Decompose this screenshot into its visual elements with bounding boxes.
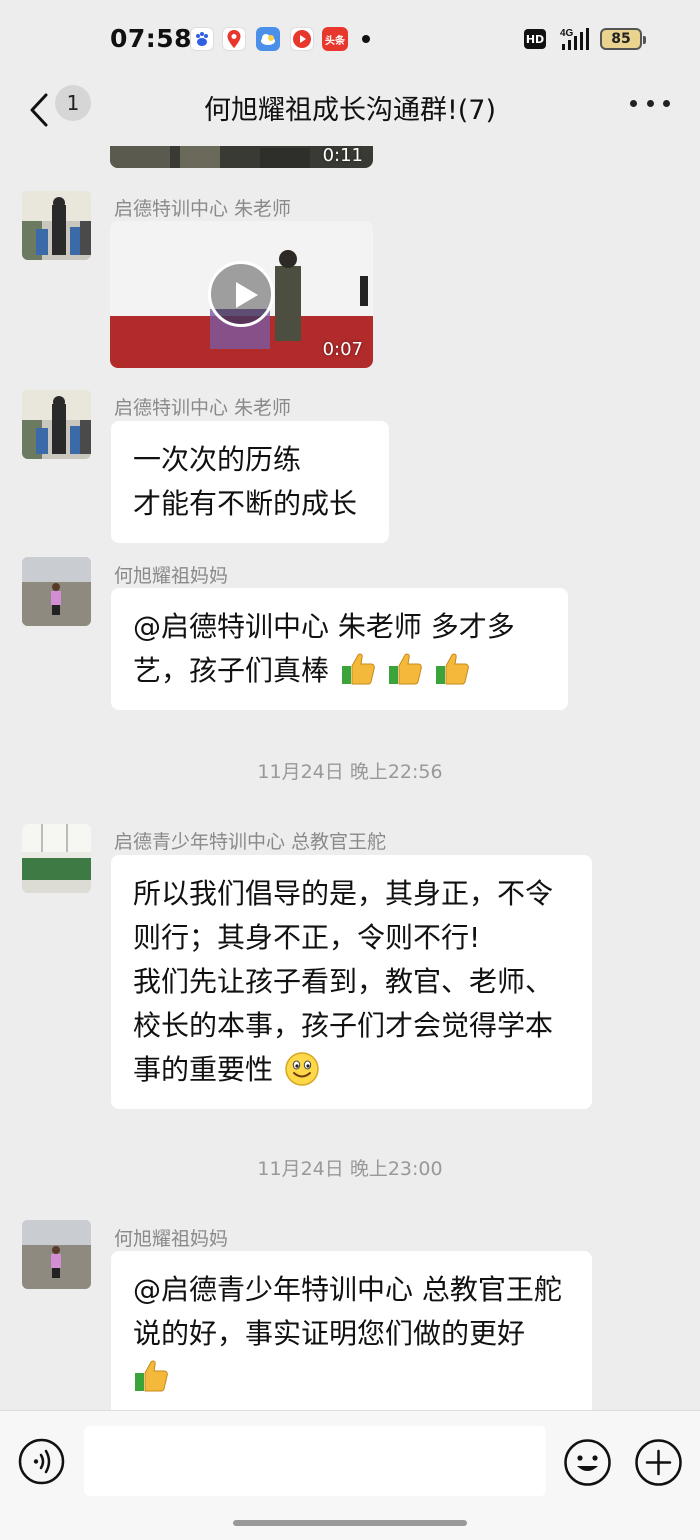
video-app-icon (290, 27, 314, 51)
map-pin-app-icon (222, 27, 246, 51)
chat-header: 1 何旭耀祖成长沟通群!(7) (0, 78, 700, 146)
message-text: 艺，孩子们真棒 (133, 654, 330, 687)
message-text: 我们先让孩子看到，教官、老师、 (133, 965, 554, 998)
thumbs-up-icon (435, 653, 469, 685)
voice-icon[interactable] (18, 1438, 65, 1485)
message-bubble[interactable]: 一次次的历练 才能有不断的成长 (111, 421, 389, 543)
thumbs-up-icon (388, 653, 422, 685)
battery-indicator: 85 (600, 28, 646, 50)
toutiao-app-icon: 头条 (322, 27, 348, 51)
message-bubble[interactable]: @启德青少年特训中心 总教官王舵 说的好，事实证明您们做的更好 (111, 1251, 592, 1417)
smile-icon (285, 1052, 319, 1086)
hd-badge: HD (524, 29, 546, 49)
message-text: 校长的本事，孩子们才会觉得学本 (133, 1009, 554, 1042)
toutiao-label: 头条 (325, 35, 345, 47)
thumbs-up-icon (341, 653, 375, 685)
emoji-icon[interactable] (563, 1438, 612, 1487)
video-duration: 0:11 (322, 146, 363, 166)
status-bar: 07:58 头条 HD 4G 85 (0, 0, 700, 78)
message-text: @启德特训中心 朱老师 多才多 (133, 610, 515, 643)
signal-icon: 4G (560, 28, 589, 50)
message-input[interactable] (84, 1426, 546, 1496)
home-indicator[interactable] (233, 1520, 467, 1526)
message-text: @启德青少年特训中心 总教官王舵 (133, 1273, 562, 1306)
weather-app-icon (256, 27, 280, 51)
chat-title: 何旭耀祖成长沟通群!(7) (203, 95, 497, 126)
timestamp: 11月24日 晚上23:00 (257, 1158, 443, 1180)
more-options-icon[interactable] (630, 100, 670, 110)
plus-icon[interactable] (634, 1438, 683, 1487)
baidu-icon (190, 27, 214, 51)
sender-name: 何旭耀祖妈妈 (114, 565, 229, 587)
sender-name: 启德特训中心 朱老师 (114, 198, 292, 220)
avatar[interactable] (22, 557, 91, 626)
message-bubble[interactable]: 所以我们倡导的是，其身正，不令 则行；其身不正，令则不行! 我们先让孩子看到，教… (111, 855, 592, 1109)
avatar[interactable] (22, 824, 91, 893)
timestamp: 11月24日 晚上22:56 (257, 761, 443, 783)
notification-dot-icon (362, 35, 370, 43)
sender-name: 启德青少年特训中心 总教官王舵 (114, 831, 387, 853)
avatar[interactable] (22, 390, 91, 459)
thumbs-up-icon (135, 1360, 168, 1392)
sender-name: 何旭耀祖妈妈 (114, 1228, 229, 1250)
message-text: 一次次的历练 (133, 443, 302, 476)
message-text: 事的重要性 (133, 1053, 274, 1086)
status-time: 07:58 (110, 24, 193, 53)
message-text: 则行；其身不正，令则不行! (133, 921, 481, 954)
message-text: 所以我们倡导的是，其身正，不令 (133, 877, 554, 910)
sender-name: 启德特训中心 朱老师 (114, 397, 292, 419)
video-message[interactable]: 0:07 (110, 221, 373, 368)
avatar[interactable] (22, 191, 91, 260)
message-text: 说的好，事实证明您们做的更好 (133, 1317, 526, 1350)
video-duration: 0:07 (322, 339, 363, 360)
play-icon[interactable] (208, 261, 274, 327)
svg-text:4G: 4G (560, 28, 574, 39)
message-bubble[interactable]: @启德特训中心 朱老师 多才多 艺，孩子们真棒 (111, 588, 568, 710)
video-message[interactable]: 0:11 (110, 146, 373, 168)
avatar[interactable] (22, 1220, 91, 1289)
message-text: 才能有不断的成长 (133, 487, 358, 520)
